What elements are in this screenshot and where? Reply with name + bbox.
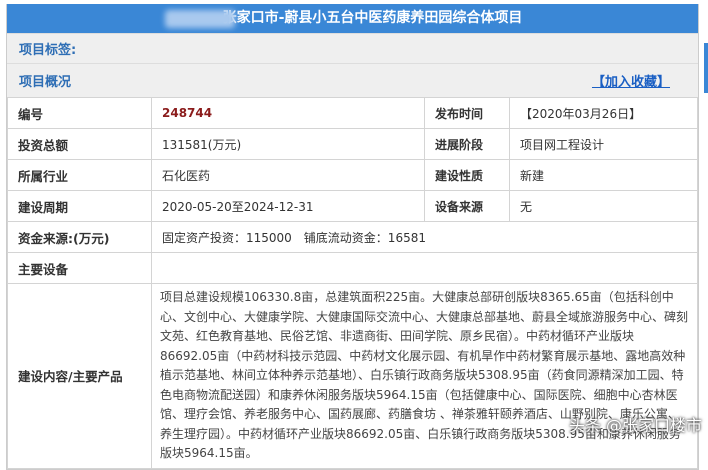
label-investment: 投资总额 xyxy=(7,128,152,160)
project-panel: 张家口市-蔚县小五台中医药康养田园综合体项目 项目标签: 项目概况 【加入收藏】… xyxy=(6,4,699,470)
label-period: 建设周期 xyxy=(7,190,152,222)
label-industry: 所属行业 xyxy=(7,159,152,191)
value-equipment xyxy=(151,252,698,284)
side-tab[interactable] xyxy=(704,43,708,93)
table-row: 所属行业 石化医药 建设性质 新建 xyxy=(7,159,698,191)
label-equipment-source: 设备来源 xyxy=(424,190,510,222)
overview-row: 项目概况 【加入收藏】 xyxy=(7,63,698,97)
value-industry: 石化医药 xyxy=(151,159,425,191)
table-row: 建设内容/主要产品 项目总建设规模106330.8亩，总建筑面积225亩。大健康… xyxy=(7,283,698,469)
value-stage: 项目网工程设计 xyxy=(509,128,698,160)
value-funding: 固定资产投资：115000 铺底流动资金：16581 xyxy=(151,221,698,253)
value-period: 2020-05-20至2024-12-31 xyxy=(151,190,425,222)
value-content: 项目总建设规模106330.8亩，总建筑面积225亩。大健康总部研创版块8365… xyxy=(151,283,698,469)
overview-label: 项目概况 xyxy=(19,75,72,90)
table-row: 建设周期 2020-05-20至2024-12-31 设备来源 无 xyxy=(7,190,698,222)
blurred-region xyxy=(165,10,235,28)
label-funding: 资金来源:(万元) xyxy=(7,221,152,253)
label-stage: 进展阶段 xyxy=(424,128,510,160)
table-row: 主要设备 xyxy=(7,252,698,284)
project-title-bar: 张家口市-蔚县小五台中医药康养田园综合体项目 xyxy=(7,4,698,33)
label-equipment: 主要设备 xyxy=(7,252,152,284)
project-title: 张家口市-蔚县小五台中医药康养田园综合体项目 xyxy=(222,10,523,26)
label-publish-time: 发布时间 xyxy=(424,97,510,129)
table-row: 资金来源:(万元) 固定资产投资：115000 铺底流动资金：16581 xyxy=(7,221,698,253)
label-id: 编号 xyxy=(7,97,152,129)
tags-label: 项目标签: xyxy=(19,43,77,58)
tags-row: 项目标签: xyxy=(7,33,698,63)
label-nature: 建设性质 xyxy=(424,159,510,191)
value-id: 248744 xyxy=(151,97,425,129)
value-nature: 新建 xyxy=(509,159,698,191)
value-investment: 131581(万元) xyxy=(151,128,425,160)
value-equipment-source: 无 xyxy=(509,190,698,222)
value-publish-time: 【2020年03月26日】 xyxy=(509,97,698,129)
add-favorite-link[interactable]: 【加入收藏】 xyxy=(592,71,670,90)
watermark: 头条 @张家口楼市 xyxy=(568,416,702,435)
table-row: 投资总额 131581(万元) 进展阶段 项目网工程设计 xyxy=(7,128,698,160)
table-row: 编号 248744 发布时间 【2020年03月26日】 xyxy=(7,97,698,129)
label-content: 建设内容/主要产品 xyxy=(7,283,152,469)
